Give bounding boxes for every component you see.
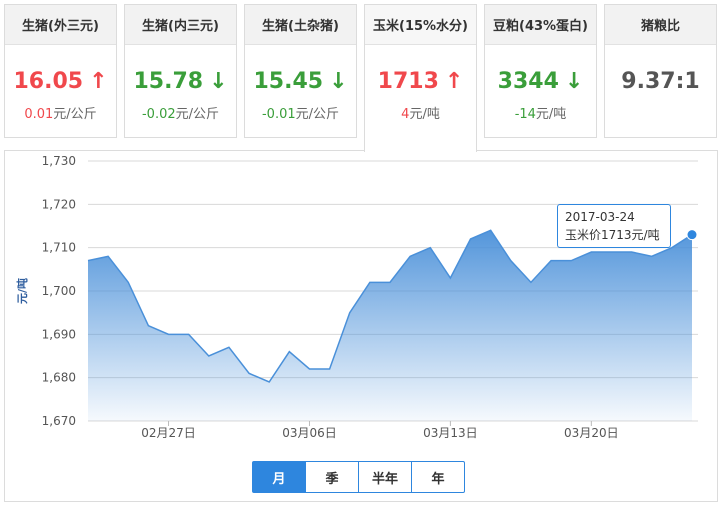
range-half-year-button[interactable]: 半年 [358,461,412,493]
range-month-button[interactable]: 月 [252,461,306,493]
y-tick-label: 1,720 [42,197,76,211]
chart-tooltip: 2017-03-24 玉米价1713元/吨 [557,204,671,248]
y-tick-label: 1,670 [42,414,76,428]
y-tick-label: 1,710 [42,241,76,255]
y-tick-label: 1,730 [42,154,76,168]
y-tick-label: 1,680 [42,371,76,385]
series-area [88,230,692,421]
tooltip-date: 2017-03-24 [565,210,635,224]
x-tick-label: 03月06日 [282,426,337,440]
y-axis-title: 元/吨 [15,278,29,304]
range-quarter-button[interactable]: 季 [305,461,359,493]
x-tick-label: 02月27日 [141,426,196,440]
x-tick-label: 03月13日 [423,426,478,440]
x-tick-label: 03月20日 [564,426,619,440]
corn-price-chart: 1,670 1,680 1,690 1,700 1,710 1,720 1,730 元/吨 02… [15,154,698,440]
hover-point-marker[interactable] [686,229,698,241]
y-tick-label: 1,700 [42,284,76,298]
range-selector: 月 季 半年 年 [252,461,465,493]
y-tick-label: 1,690 [42,327,76,341]
range-year-button[interactable]: 年 [411,461,465,493]
tooltip-label: 玉米价1713元/吨 [565,228,660,242]
